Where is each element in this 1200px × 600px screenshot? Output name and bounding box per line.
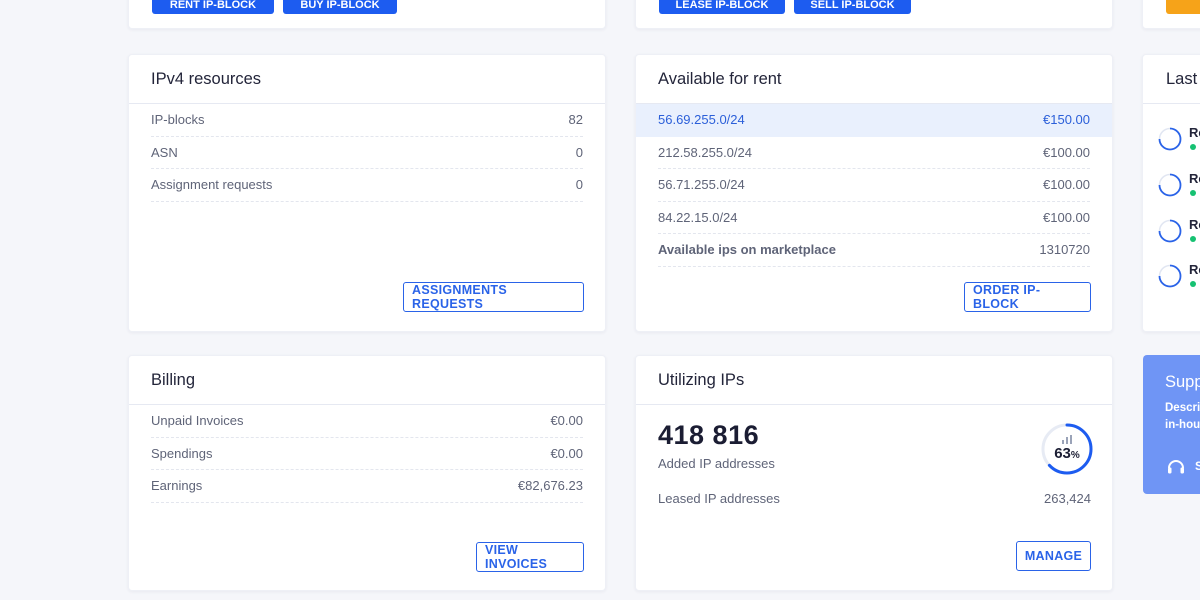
rent-row-selected[interactable]: 56.69.255.0/24 €150.00: [636, 104, 1112, 137]
ip-block-price: €100.00: [1043, 177, 1090, 193]
marketplace-value: 1310720: [1039, 242, 1090, 258]
ipv4-resources-list: IP-blocks 82 ASN 0 Assignment requests 0: [129, 104, 605, 202]
support-desc-line2: in-hou: [1165, 419, 1200, 431]
row-label: IP-blocks: [151, 112, 205, 128]
billing-title: Billing: [129, 356, 605, 405]
gauge-percent: 63%: [1054, 445, 1080, 462]
timeline-text: Re: [1189, 125, 1200, 140]
row-value: 0: [575, 177, 583, 193]
spinner-icon: [1158, 127, 1182, 151]
timeline-text: Re: [1189, 171, 1200, 186]
support-title: Supp: [1165, 373, 1200, 391]
top-orange-button[interactable]: [1166, 0, 1200, 14]
list-item: Spendings €0.00: [151, 438, 583, 470]
lease-ip-block-button[interactable]: LEASE IP-BLOCK: [659, 0, 785, 14]
headset-icon: [1168, 460, 1184, 474]
leased-ip-label: Leased IP addresses: [658, 490, 780, 506]
list-item: IP-blocks 82: [151, 104, 583, 137]
rent-row[interactable]: 56.71.255.0/24 €100.00: [658, 169, 1090, 202]
buy-ip-block-button[interactable]: BUY IP-BLOCK: [283, 0, 397, 14]
marketplace-row: Available ips on marketplace 1310720: [658, 234, 1090, 267]
added-ip-total: 418 816: [658, 420, 760, 450]
order-ip-block-button[interactable]: ORDER IP-BLOCK: [964, 282, 1091, 312]
timeline-text: Re: [1189, 217, 1200, 232]
support-link-label: S: [1195, 459, 1200, 473]
row-label: ASN: [151, 144, 178, 160]
row-label: Spendings: [151, 445, 213, 461]
leased-ip-row: Leased IP addresses 263,424: [658, 482, 1091, 515]
timeline-text: Re: [1189, 262, 1200, 277]
list-item: Earnings €82,676.23: [151, 470, 583, 503]
utilizing-ips-title: Utilizing IPs: [636, 356, 1112, 405]
support-desc-line1: Descri: [1165, 402, 1200, 414]
bar-chart-icon: [1062, 435, 1072, 444]
ip-block-label: 56.71.255.0/24: [658, 177, 745, 193]
status-dot: [1190, 236, 1196, 242]
utilizing-ips-card: Utilizing IPs 418 816 Added IP addresses…: [635, 355, 1113, 591]
spinner-icon: [1158, 219, 1182, 243]
billing-list: Unpaid Invoices €0.00 Spendings €0.00 Ea…: [129, 405, 605, 503]
ipv4-resources-card: IPv4 resources IP-blocks 82 ASN 0 Assign…: [128, 54, 606, 332]
last-activity-title: Last: [1143, 55, 1200, 104]
rent-row[interactable]: 212.58.255.0/24 €100.00: [658, 137, 1090, 169]
available-for-rent-card: Available for rent 56.69.255.0/24 €150.0…: [635, 54, 1113, 332]
row-label: Assignment requests: [151, 177, 273, 193]
row-value: €82,676.23: [517, 478, 583, 494]
ip-block-label: 84.22.15.0/24: [658, 209, 738, 225]
marketplace-label: Available ips on marketplace: [658, 242, 836, 258]
ip-block-price: €150.00: [1043, 112, 1090, 128]
available-for-rent-title: Available for rent: [636, 55, 1112, 104]
billing-card: Billing Unpaid Invoices €0.00 Spendings …: [128, 355, 606, 591]
row-value: 0: [575, 144, 583, 160]
ipv4-resources-title: IPv4 resources: [129, 55, 605, 104]
list-item: Unpaid Invoices €0.00: [151, 405, 583, 438]
ip-block-label: 56.69.255.0/24: [658, 112, 745, 128]
leased-ip-value: 263,424: [1044, 490, 1091, 506]
view-invoices-button[interactable]: VIEW INVOICES: [476, 542, 584, 572]
row-value: €0.00: [550, 413, 583, 429]
ip-block-label: 212.58.255.0/24: [658, 144, 752, 160]
status-dot: [1190, 281, 1196, 287]
row-value: €0.00: [550, 445, 583, 461]
rent-list: 56.69.255.0/24 €150.00 212.58.255.0/24 €…: [636, 104, 1112, 267]
rent-ip-block-button[interactable]: RENT IP-BLOCK: [152, 0, 274, 14]
status-dot: [1190, 190, 1196, 196]
row-label: Unpaid Invoices: [151, 413, 244, 429]
list-item: Assignment requests 0: [151, 169, 583, 202]
list-item: ASN 0: [151, 137, 583, 169]
support-card: Supp Descri in-hou S: [1143, 355, 1200, 494]
spinner-icon: [1158, 173, 1182, 197]
sell-ip-block-button[interactable]: SELL IP-BLOCK: [794, 0, 911, 14]
row-value: 82: [568, 112, 583, 128]
ip-block-price: €100.00: [1043, 209, 1090, 225]
added-ip-label: Added IP addresses: [658, 456, 775, 471]
spinner-icon: [1158, 264, 1182, 288]
utilization-gauge: 63%: [1040, 422, 1094, 476]
assignments-requests-button[interactable]: ASSIGNMENTS REQUESTS: [403, 282, 584, 312]
manage-button[interactable]: MANAGE: [1016, 541, 1091, 571]
status-dot: [1190, 144, 1196, 150]
row-label: Earnings: [151, 478, 203, 494]
rent-row[interactable]: 84.22.15.0/24 €100.00: [658, 202, 1090, 234]
ip-block-price: €100.00: [1043, 144, 1090, 160]
